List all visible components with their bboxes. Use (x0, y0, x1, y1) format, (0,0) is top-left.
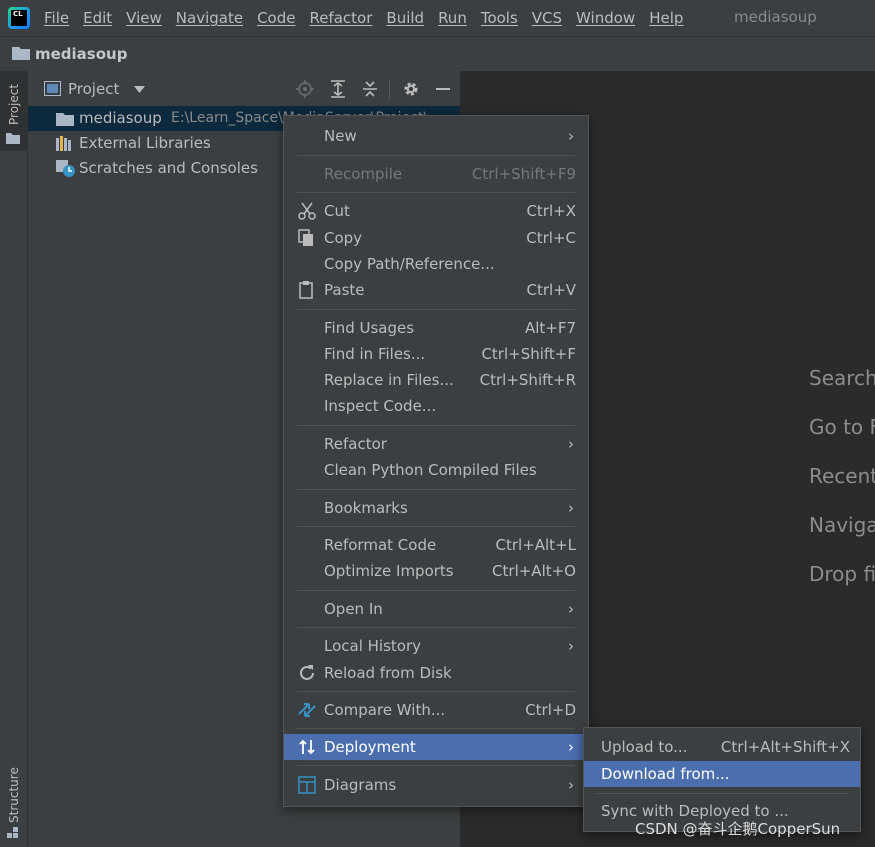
menu-item-reformat-code[interactable]: Reformat Code Ctrl+Alt+L (284, 532, 588, 558)
menu-code[interactable]: Code (257, 9, 295, 27)
compare-arrows-icon (298, 703, 316, 717)
folder-icon (56, 113, 74, 126)
menu-item-inspect-code[interactable]: Inspect Code... (284, 393, 588, 419)
hint-drop-files: Drop fi (809, 562, 875, 586)
context-menu: New › Recompile Ctrl+Shift+F9 Cut Ctrl+X… (283, 115, 589, 807)
navigation-bar: mediasoup (0, 36, 875, 72)
menu-separator (297, 526, 575, 527)
submenu-item-download-from[interactable]: Download from... (584, 761, 860, 787)
menu-navigate[interactable]: Navigate (176, 9, 243, 27)
folder-icon (6, 133, 20, 144)
menu-item-optimize-imports[interactable]: Optimize Imports Ctrl+Alt+O (284, 558, 588, 584)
project-panel-header: Project (28, 71, 460, 107)
menu-separator (297, 489, 575, 490)
locate-icon[interactable] (296, 80, 314, 98)
hint-navigation-bar: Naviga (809, 513, 875, 537)
deployment-submenu: Upload to... Ctrl+Alt+Shift+X Download f… (583, 727, 861, 832)
chevron-right-icon: › (568, 776, 574, 794)
window-title: mediasoup (734, 8, 817, 26)
menu-vcs[interactable]: VCS (532, 9, 562, 27)
menu-separator (297, 155, 575, 156)
submenu-item-upload-to[interactable]: Upload to... Ctrl+Alt+Shift+X (584, 734, 860, 760)
menu-item-compare-with[interactable]: Compare With... Ctrl+D (284, 697, 588, 723)
breadcrumb-project[interactable]: mediasoup (35, 45, 127, 63)
menu-item-find-in-files[interactable]: Find in Files... Ctrl+Shift+F (284, 341, 588, 367)
menu-build[interactable]: Build (386, 9, 424, 27)
watermark-text: CSDN @奋斗企鹅CopperSun (635, 820, 841, 838)
view-selector[interactable]: Project (68, 80, 119, 98)
toolbar-divider (389, 79, 390, 99)
menu-item-copy[interactable]: Copy Ctrl+C (284, 225, 588, 251)
menu-refactor[interactable]: Refactor (309, 9, 372, 27)
menu-run[interactable]: Run (438, 9, 467, 27)
menu-item-open-in[interactable]: Open In › (284, 596, 588, 622)
menu-window[interactable]: Window (576, 9, 635, 27)
menu-bar: CL File Edit View Navigate Code Refactor… (0, 0, 875, 36)
chevron-right-icon: › (568, 127, 574, 145)
project-tool-tab[interactable]: Project (0, 71, 27, 151)
collapse-all-icon[interactable] (361, 80, 379, 98)
menu-separator (297, 590, 575, 591)
clipboard-icon (299, 281, 313, 299)
project-tab-label: Project (7, 83, 21, 125)
menu-separator (297, 691, 575, 692)
menu-separator (596, 793, 848, 794)
menu-item-new[interactable]: New › (284, 123, 588, 149)
gear-icon[interactable] (402, 80, 420, 98)
library-icon (56, 136, 71, 151)
structure-icon (7, 827, 18, 838)
expand-all-icon[interactable] (329, 80, 347, 98)
scratches-icon (56, 160, 75, 177)
chevron-right-icon: › (568, 600, 574, 618)
menu-separator (297, 765, 575, 766)
menu-view[interactable]: View (126, 9, 162, 27)
tree-label: Scratches and Consoles (79, 159, 258, 177)
left-tool-strip: Project Structure (0, 71, 28, 847)
deployment-arrows-icon (299, 739, 315, 755)
folder-icon (12, 47, 30, 60)
hint-recent-files: Recent (809, 464, 875, 488)
main-menu: File Edit View Navigate Code Refactor Bu… (44, 0, 697, 36)
menu-item-recompile[interactable]: Recompile Ctrl+Shift+F9 (284, 161, 588, 187)
menu-edit[interactable]: Edit (83, 9, 112, 27)
clion-logo-icon: CL (8, 7, 30, 29)
tree-label: External Libraries (79, 134, 211, 152)
menu-item-local-history[interactable]: Local History › (284, 633, 588, 659)
copy-icon (298, 229, 313, 246)
menu-item-find-usages[interactable]: Find Usages Alt+F7 (284, 315, 588, 341)
menu-item-cut[interactable]: Cut Ctrl+X (284, 198, 588, 224)
menu-item-reload-from-disk[interactable]: Reload from Disk (284, 660, 588, 686)
menu-item-paste[interactable]: Paste Ctrl+V (284, 277, 588, 303)
hide-panel-icon[interactable] (434, 80, 452, 98)
menu-item-refactor[interactable]: Refactor › (284, 431, 588, 457)
chevron-right-icon: › (568, 499, 574, 517)
menu-separator (297, 728, 575, 729)
hint-go-to-file: Go to F (809, 415, 875, 439)
menu-separator (297, 309, 575, 310)
chevron-right-icon: › (568, 738, 574, 756)
menu-tools[interactable]: Tools (481, 9, 518, 27)
structure-tool-tab[interactable]: Structure (0, 761, 27, 847)
menu-separator (297, 192, 575, 193)
chevron-right-icon: › (568, 435, 574, 453)
hint-search-everywhere: Search (809, 366, 875, 390)
menu-item-bookmarks[interactable]: Bookmarks › (284, 495, 588, 521)
menu-item-deployment[interactable]: Deployment › (284, 734, 588, 760)
menu-separator (297, 425, 575, 426)
scissors-icon (298, 202, 316, 220)
menu-help[interactable]: Help (649, 9, 683, 27)
chevron-down-icon[interactable] (134, 86, 145, 93)
menu-separator (297, 627, 575, 628)
menu-item-diagrams[interactable]: Diagrams › (284, 772, 588, 798)
menu-item-clean-python[interactable]: Clean Python Compiled Files (284, 457, 588, 483)
menu-file[interactable]: File (44, 9, 69, 27)
tree-label: mediasoup (79, 109, 162, 127)
reload-icon (300, 665, 314, 680)
project-view-icon (44, 81, 61, 96)
menu-item-replace-in-files[interactable]: Replace in Files... Ctrl+Shift+R (284, 367, 588, 393)
menu-item-copy-path[interactable]: Copy Path/Reference... (284, 251, 588, 277)
diagram-icon (298, 776, 316, 794)
structure-tab-label: Structure (7, 767, 21, 823)
chevron-right-icon: › (568, 637, 574, 655)
